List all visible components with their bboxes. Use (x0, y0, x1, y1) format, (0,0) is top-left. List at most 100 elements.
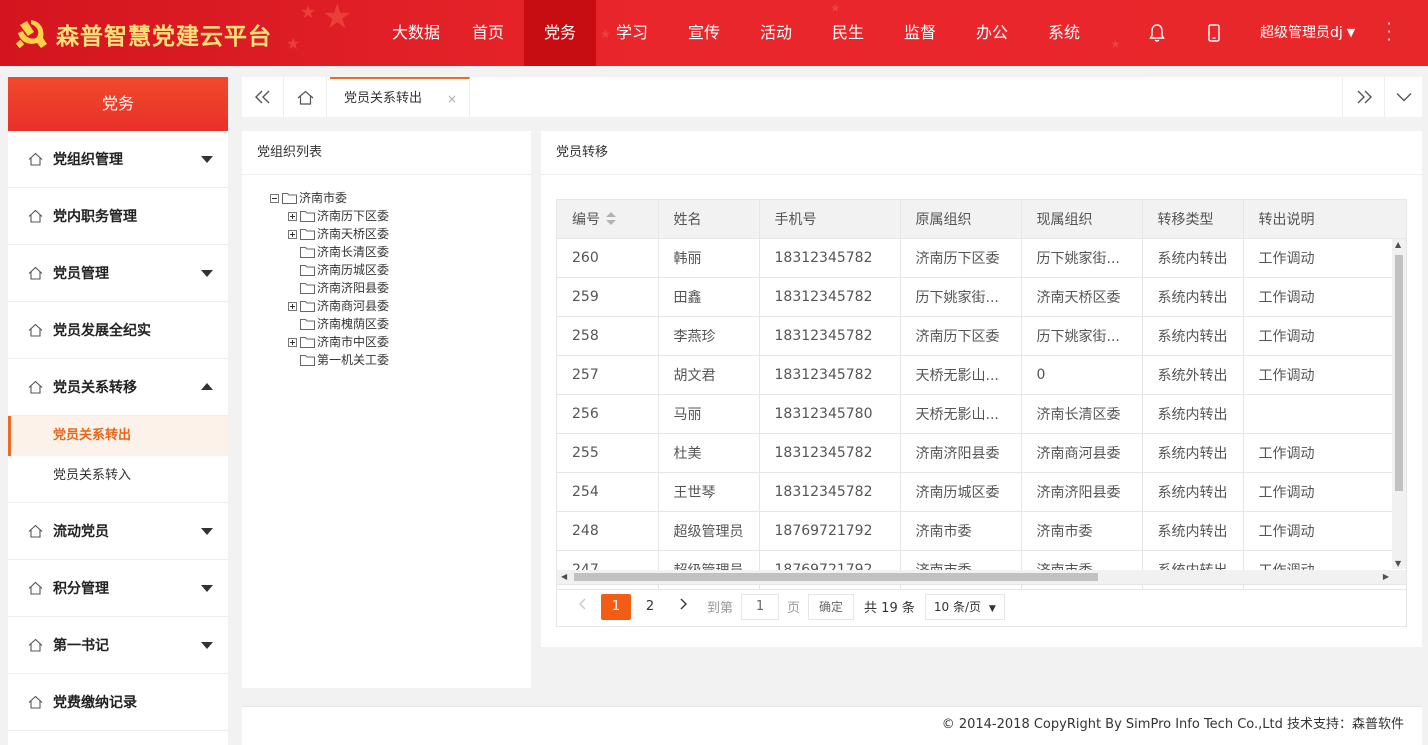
sidebar-menu: 党组织管理 党内职务管理党员管理党员发展全纪实党员关系转移 党员关系转出 党员关系转入… (8, 131, 228, 731)
nav-item[interactable]: 首页 (452, 0, 524, 66)
tree-node-label: 济南槐荫区委 (317, 317, 390, 331)
table-cell: 18312345782 (759, 316, 901, 356)
sidebar-subitem[interactable]: 党员关系转出 (8, 416, 228, 456)
table-row[interactable]: 258 李燕珍 18312345782 济南历下区委 历下姚家街... 系统内转出 工作调动 (557, 316, 1406, 356)
member-transfer-title: 党员转移 (541, 131, 1422, 175)
table-row[interactable]: 255 杜美 18312345782 济南济阳县委 济南商河县委 系统内转出 工作调动 (557, 433, 1406, 473)
tree-node[interactable]: 济南历下区委 (270, 207, 389, 225)
sidebar-item[interactable]: 流动党员 (8, 503, 228, 560)
scroll-up-icon[interactable]: ▲ (1395, 240, 1401, 249)
org-tree: 济南市委济南历下区委济南天桥区委济南长清区委 济南历城区委济南济阳县委 济南商河县委… (270, 189, 389, 369)
folder-icon (300, 355, 315, 366)
sidebar-item-label: 党员发展全纪实 (53, 323, 151, 339)
nav-item[interactable]: 系统 (1028, 0, 1100, 66)
decorative-star: ★ (300, 2, 317, 23)
nav-item[interactable]: 大数据 (380, 0, 452, 66)
table-cell: 田鑫 (658, 277, 760, 317)
scroll-tabs-right-button[interactable] (1342, 77, 1384, 117)
column-header-label: 转移类型 (1157, 211, 1214, 228)
nav-item[interactable]: 党务 (524, 0, 596, 66)
table-cell: 王世琴 (658, 472, 760, 512)
page-2-button[interactable]: 2 (635, 594, 665, 620)
sidebar-item[interactable]: 党组织管理 (8, 131, 228, 188)
tab-member-transfer-out[interactable]: 党员关系转出 × (330, 77, 470, 117)
table-cell: 杜美 (658, 433, 760, 473)
table-cell: 韩丽 (658, 238, 760, 278)
page-size-select[interactable]: 10 条/页 ▼ (924, 593, 1005, 620)
mobile-icon[interactable] (1203, 22, 1225, 44)
collapse-icon[interactable] (270, 193, 279, 203)
table-row[interactable]: 254 王世琴 18312345782 济南历城区委 济南济阳县委 系统内转出 工作调动 (557, 472, 1406, 512)
tree-node[interactable]: 第一机关工委 (270, 351, 389, 369)
tree-node[interactable]: 济南商河县委 (270, 297, 389, 315)
tab-label: 党员关系转出 (344, 91, 423, 106)
next-page-button[interactable] (669, 594, 699, 620)
table-row[interactable]: 260 韩丽 18312345782 济南历下区委 历下姚家街... 系统内转出 工作调动 (557, 238, 1406, 278)
nav-item[interactable]: 民生 (812, 0, 884, 66)
sidebar-item[interactable]: 积分管理 (8, 560, 228, 617)
sort-icon[interactable] (606, 211, 616, 226)
vertical-scrollbar[interactable]: ▲ ▼ (1392, 239, 1406, 569)
scroll-right-icon[interactable]: ▶ (1383, 572, 1389, 581)
home-icon (297, 90, 314, 105)
sidebar-item[interactable]: 第一书记 (8, 617, 228, 674)
table-row[interactable]: 259 田鑫 18312345782 历下姚家街... 济南天桥区委 系统内转出 工作调动 (557, 277, 1406, 317)
sidebar-item[interactable]: 党员关系转移 (8, 359, 228, 416)
tree-node-root[interactable]: 济南市委 (270, 189, 389, 207)
table-cell: 系统内转出 (1142, 316, 1244, 356)
tree-node[interactable]: 济南市中区委 (270, 333, 389, 351)
table-cell: 系统内转出 (1142, 238, 1244, 278)
nav-item[interactable]: 学习 (596, 0, 668, 66)
tree-node-label: 济南济阳县委 (317, 281, 390, 295)
bell-icon[interactable] (1146, 22, 1168, 44)
confirm-page-button[interactable]: 确定 (808, 593, 855, 620)
nav-item[interactable]: 办公 (956, 0, 1028, 66)
caret-down-icon (201, 642, 213, 649)
tree-node[interactable]: 济南天桥区委 (270, 225, 389, 243)
table-cell: 工作调动 (1243, 316, 1406, 356)
tree-node-label: 济南天桥区委 (317, 227, 390, 241)
expand-icon[interactable] (288, 301, 297, 311)
close-tab-icon[interactable]: × (447, 79, 457, 119)
tree-node-label: 济南商河县委 (317, 299, 390, 313)
home-tab-button[interactable] (285, 77, 327, 117)
sidebar-item[interactable]: 党费缴纳记录 (8, 674, 228, 731)
sidebar-item[interactable]: 党员发展全纪实 (8, 302, 228, 359)
sidebar-subitem[interactable]: 党员关系转入 (8, 456, 228, 496)
expand-icon[interactable] (288, 337, 297, 347)
expand-icon[interactable] (288, 211, 297, 221)
expand-icon[interactable] (288, 229, 297, 239)
home-icon (28, 209, 43, 223)
tree-node[interactable]: 济南历城区委 (270, 261, 389, 279)
table-row[interactable]: 256 马丽 18312345780 天桥无影山... 济南长清区委 系统内转出 (557, 394, 1406, 434)
chevron-right-icon (680, 598, 687, 609)
tree-node-label: 济南市委 (299, 191, 348, 205)
vertical-scroll-thumb[interactable] (1395, 255, 1403, 491)
tab-options-button[interactable] (1384, 77, 1422, 117)
sidebar-item-label: 党员管理 (53, 266, 109, 282)
nav-item[interactable]: 宣传 (668, 0, 740, 66)
horizontal-scroll-thumb[interactable] (574, 573, 1098, 581)
nav-item[interactable]: 监督 (884, 0, 956, 66)
copyright-text: © 2014-2018 CopyRight By SimPro Info Tec… (941, 717, 1404, 732)
party-emblem-icon (15, 20, 47, 49)
table-row[interactable]: 257 胡文君 18312345782 天桥无影山... 0 系统外转出 工作调动 (557, 355, 1406, 395)
tree-node[interactable]: 济南长清区委 (270, 243, 389, 261)
sidebar-item[interactable]: 党内职务管理 (8, 188, 228, 245)
sidebar-item[interactable]: 党员管理 (8, 245, 228, 302)
scroll-left-icon[interactable]: ◀ (561, 572, 567, 581)
transfer-table: 编号 姓名 手机号 原属组织 现属组织 转移类型 转出说明 260 韩丽 18312345782… (557, 200, 1406, 590)
user-menu[interactable]: 超级管理员dj ▼ (1260, 22, 1355, 42)
column-header[interactable]: 编号 (557, 200, 659, 239)
horizontal-scrollbar[interactable]: ◀ ▶ (557, 570, 1406, 584)
table-row[interactable]: 248 超级管理员 18769721792 济南市委 济南市委 系统内转出 工作调动 (557, 511, 1406, 551)
nav-item[interactable]: 活动 (740, 0, 812, 66)
scroll-down-icon[interactable]: ▼ (1395, 559, 1401, 568)
prev-page-button[interactable] (567, 594, 597, 620)
tree-node[interactable]: 济南济阳县委 (270, 279, 389, 297)
goto-page-input[interactable] (741, 593, 780, 620)
page-1-button[interactable]: 1 (601, 593, 631, 620)
scroll-tabs-left-button[interactable] (242, 77, 284, 117)
more-vertical-icon[interactable]: · · · (1384, 16, 1394, 48)
tree-node[interactable]: 济南槐荫区委 (270, 315, 389, 333)
